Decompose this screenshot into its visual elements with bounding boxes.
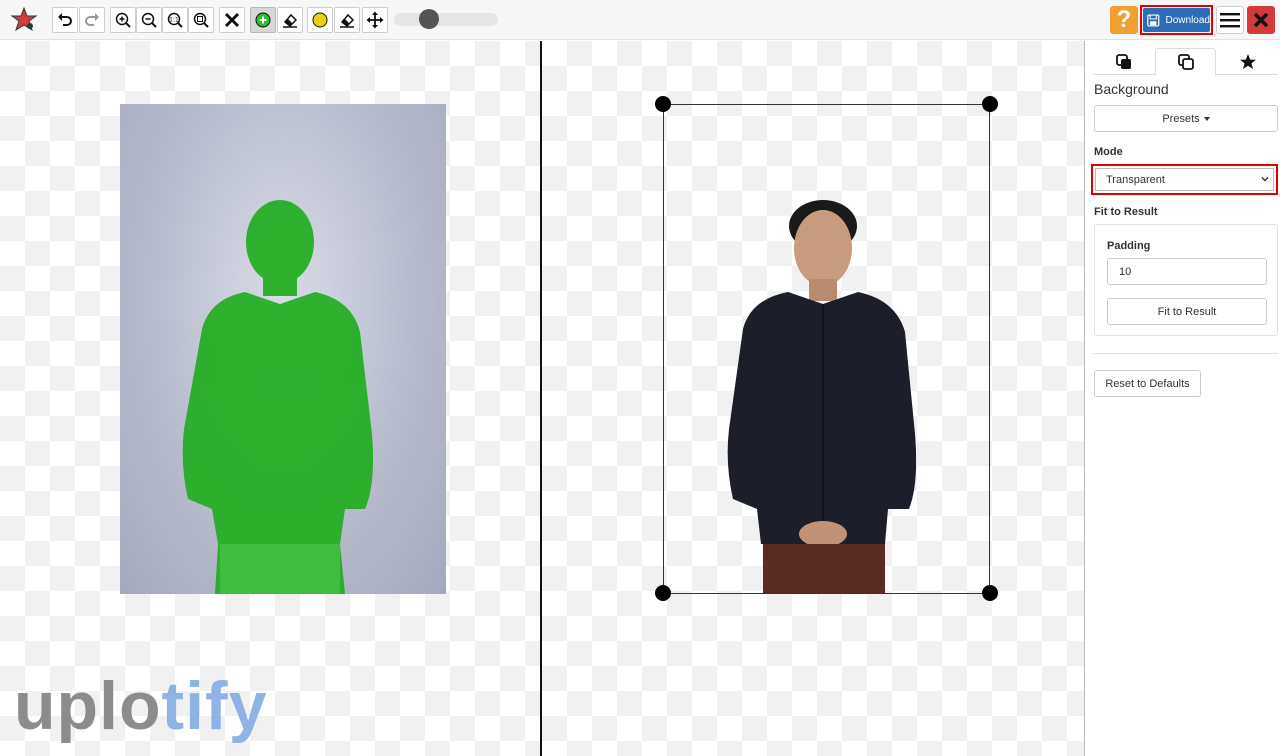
- fit-to-result-button-label: Fit to Result: [1157, 305, 1217, 318]
- result-canvas[interactable]: [542, 41, 1084, 756]
- mode-label: Mode: [1094, 146, 1123, 158]
- svg-text:1:1: 1:1: [169, 17, 179, 24]
- panel-tabs: [1093, 48, 1278, 76]
- mode-select-value: Transparent: [1106, 173, 1165, 186]
- eraser-icon: [340, 13, 355, 28]
- zoom-out-button[interactable]: [136, 7, 162, 33]
- move-button[interactable]: [362, 7, 388, 33]
- clear-icon: [224, 12, 240, 28]
- reset-defaults-label: Reset to Defaults: [1105, 377, 1190, 390]
- tab-layers[interactable]: [1093, 48, 1154, 75]
- zoom-actual-icon: 1:1: [167, 12, 183, 28]
- brush-size-slider-thumb[interactable]: [419, 9, 440, 29]
- close-icon: [1253, 12, 1269, 28]
- crop-handle-top-left[interactable]: [655, 96, 671, 112]
- download-button-inner: Download: [1143, 8, 1210, 32]
- remove-brush-button[interactable]: [307, 7, 333, 33]
- clear-button[interactable]: [219, 7, 245, 33]
- panel-title: Background: [1094, 81, 1169, 97]
- mode-select[interactable]: Transparent: [1095, 168, 1274, 191]
- zoom-in-icon: [115, 12, 131, 28]
- toolbar: 1:1 ? Download: [0, 0, 1280, 40]
- remove-brush-icon: [312, 12, 328, 28]
- brush-size-slider[interactable]: [394, 9, 498, 29]
- zoom-actual-button[interactable]: 1:1: [162, 7, 188, 33]
- panel-separator: [1093, 353, 1278, 354]
- original-photo[interactable]: [120, 104, 446, 594]
- padding-value: 10: [1119, 265, 1132, 278]
- help-button[interactable]: ?: [1110, 6, 1138, 34]
- keep-brush-icon: [255, 12, 271, 28]
- chevron-down-icon: [1261, 176, 1269, 182]
- padding-label: Padding: [1107, 240, 1151, 252]
- fit-to-result-box: Padding 10 Fit to Result: [1094, 224, 1278, 336]
- person-mask-overlay: [182, 200, 374, 594]
- crop-handle-bottom-right[interactable]: [982, 585, 998, 601]
- crop-handle-bottom-left[interactable]: [655, 585, 671, 601]
- redo-button[interactable]: [79, 7, 105, 33]
- crop-handle-top-right[interactable]: [982, 96, 998, 112]
- move-icon: [366, 11, 384, 29]
- original-canvas[interactable]: [0, 41, 540, 756]
- fit-to-result-button[interactable]: Fit to Result: [1107, 298, 1267, 325]
- presets-button[interactable]: Presets: [1094, 105, 1278, 132]
- zoom-in-button[interactable]: [110, 7, 136, 33]
- keep-eraser-button[interactable]: [277, 7, 303, 33]
- settings-panel: Background Presets Mode Transparent Fit …: [1085, 41, 1280, 756]
- tab-effects[interactable]: [1217, 48, 1278, 75]
- star-logo-icon: [10, 6, 38, 34]
- copy-icon: [1177, 54, 1194, 70]
- layers-icon: [1115, 53, 1131, 69]
- remove-eraser-button[interactable]: [334, 7, 360, 33]
- padding-input[interactable]: 10: [1107, 258, 1267, 285]
- save-icon: [1147, 13, 1160, 27]
- undo-button[interactable]: [52, 7, 78, 33]
- crop-frame[interactable]: [663, 104, 990, 594]
- watermark-part-2: tify: [161, 668, 268, 744]
- keep-brush-button[interactable]: [250, 7, 276, 33]
- caret-down-icon: [1203, 116, 1210, 121]
- watermark-logo: uplotify: [14, 672, 268, 740]
- download-label: Download: [1165, 14, 1210, 26]
- star-icon: [1239, 53, 1256, 69]
- watermark-part-1: uplo: [14, 668, 162, 744]
- presets-label: Presets: [1162, 112, 1200, 125]
- zoom-fit-button[interactable]: [188, 7, 214, 33]
- menu-button[interactable]: [1216, 6, 1244, 34]
- mode-select-highlight: Transparent: [1091, 164, 1278, 195]
- zoom-fit-icon: [193, 12, 209, 28]
- fit-to-result-label: Fit to Result: [1094, 206, 1158, 218]
- undo-icon: [58, 13, 72, 26]
- eraser-icon: [283, 13, 298, 28]
- hamburger-icon: [1220, 13, 1240, 28]
- download-button[interactable]: Download: [1140, 5, 1213, 35]
- zoom-out-icon: [141, 12, 157, 28]
- reset-defaults-button[interactable]: Reset to Defaults: [1094, 370, 1201, 397]
- help-label: ?: [1116, 6, 1132, 33]
- redo-icon: [85, 13, 99, 26]
- tab-background[interactable]: [1155, 48, 1216, 76]
- close-button[interactable]: [1247, 6, 1275, 34]
